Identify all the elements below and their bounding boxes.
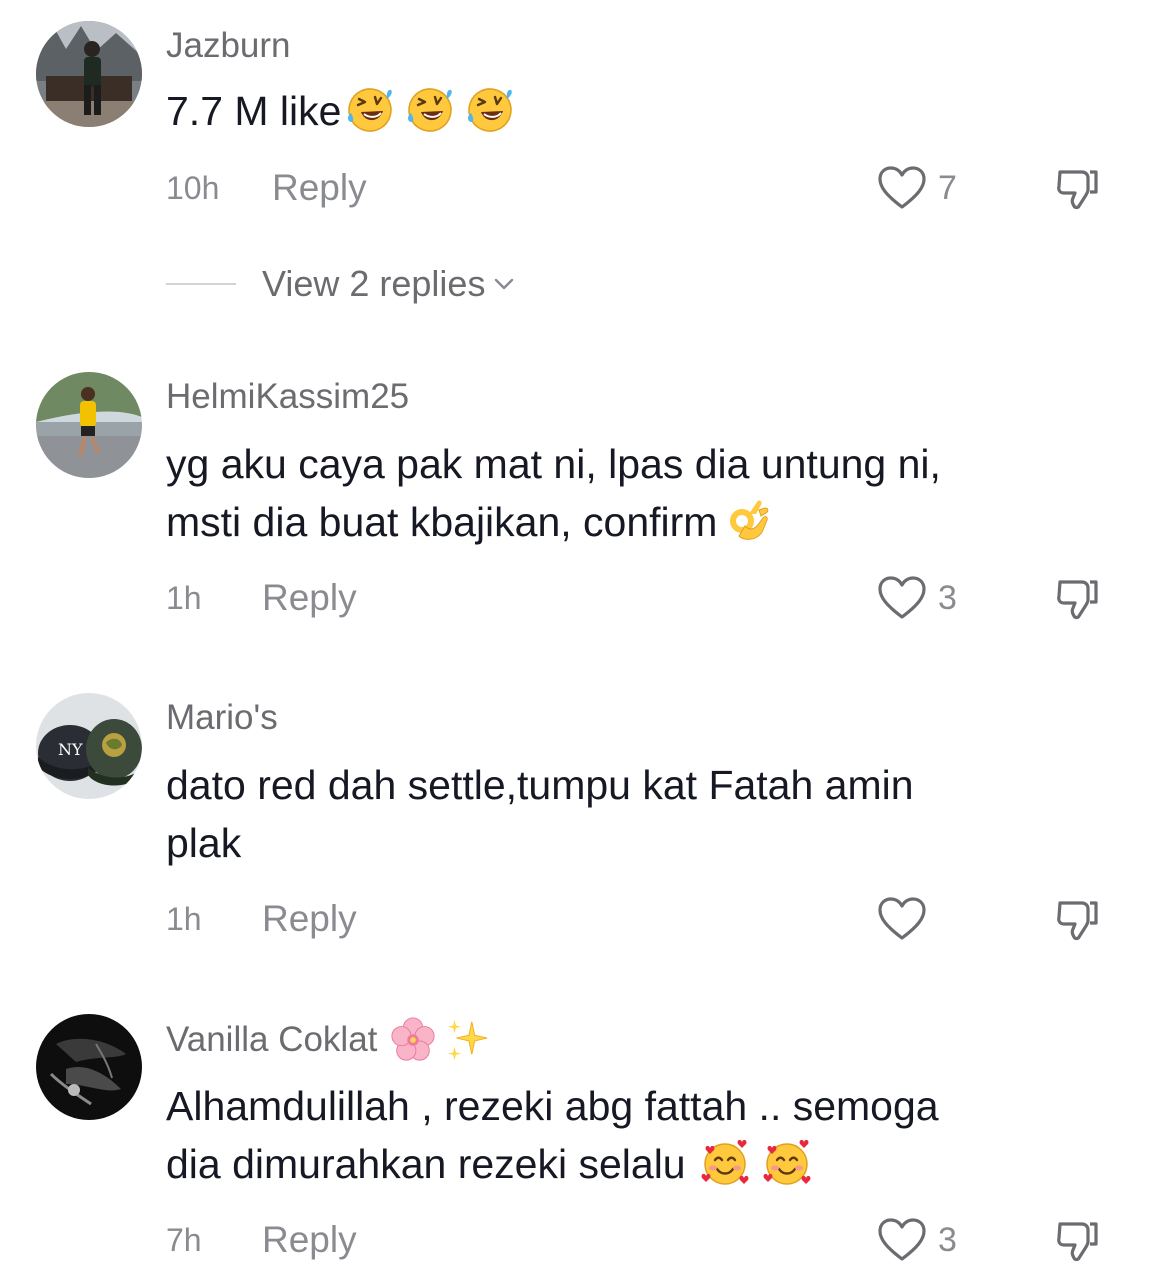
smiling-face-with-hearts-icon <box>762 1138 812 1188</box>
comment-item: Jazburn 7.7 M like 10h Reply 7 View 2 re… <box>0 0 1150 340</box>
heart-icon <box>876 574 928 622</box>
comment-text-line: msti dia buat kbajikan, confirm <box>166 499 718 545</box>
rolling-on-floor-laughing-icon <box>345 85 395 135</box>
svg-text:NY: NY <box>58 740 83 759</box>
heart-icon <box>876 1216 928 1264</box>
timestamp: 10h <box>166 169 220 206</box>
like-count: 3 <box>938 1220 957 1259</box>
comment-text: 7.7 M like <box>166 82 1066 140</box>
rolling-on-floor-laughing-icon <box>405 85 455 135</box>
like-button[interactable]: 3 <box>876 1216 957 1264</box>
avatar[interactable] <box>36 21 142 127</box>
dislike-icon[interactable] <box>1052 162 1104 214</box>
smiling-face-with-hearts-icon <box>700 1138 750 1188</box>
comment-text-line-with-emoji: dia dimurahkan rezeki selalu <box>166 1135 1066 1193</box>
username[interactable]: HelmiKassim25 <box>166 377 409 417</box>
reply-button[interactable]: Reply <box>262 577 357 619</box>
like-count: 3 <box>938 578 957 617</box>
comment-text: dato red dah settle,tumpu kat Fatah amin… <box>166 756 1066 872</box>
reply-button[interactable]: Reply <box>262 898 357 940</box>
reply-button[interactable]: Reply <box>262 1219 357 1261</box>
view-replies-button[interactable]: View 2 replies <box>166 262 517 306</box>
avatar[interactable]: NY <box>36 693 142 799</box>
username-text: Vanilla Coklat <box>166 1020 378 1059</box>
dislike-icon[interactable] <box>1052 893 1104 945</box>
comment-text-line: dato red dah settle,tumpu kat Fatah amin <box>166 762 914 808</box>
comment-text-line-with-emoji: msti dia buat kbajikan, confirm <box>166 493 1066 551</box>
heart-icon <box>876 164 928 212</box>
view-replies-label: View 2 replies <box>262 263 486 304</box>
username[interactable]: Mario's <box>166 698 278 738</box>
like-button[interactable]: 7 <box>876 164 957 212</box>
like-count: 7 <box>938 168 957 207</box>
rolling-on-floor-laughing-icon <box>465 85 515 135</box>
comment-text: Alhamdulillah , rezeki abg fattah .. sem… <box>166 1077 1066 1193</box>
chevron-down-icon <box>495 278 514 290</box>
comment-meta: 10h Reply <box>166 164 367 212</box>
reply-button[interactable]: Reply <box>272 167 367 209</box>
avatar[interactable] <box>36 372 142 478</box>
comment-text-line: yg aku caya pak mat ni, lpas dia untung … <box>166 441 941 487</box>
dislike-icon[interactable] <box>1052 572 1104 624</box>
comment-text-line: Alhamdulillah , rezeki abg fattah .. sem… <box>166 1083 939 1129</box>
comment-text-line: plak <box>166 820 242 866</box>
timestamp: 7h <box>166 1221 202 1258</box>
like-button[interactable]: 3 <box>876 574 957 622</box>
timestamp: 1h <box>166 900 202 937</box>
ok-hand-icon <box>723 496 773 546</box>
comment-meta: 7h Reply <box>166 1216 357 1264</box>
username[interactable]: Jazburn <box>166 26 291 66</box>
comment-meta: 1h Reply <box>166 895 357 943</box>
like-button[interactable] <box>876 895 938 943</box>
avatar[interactable] <box>36 1014 142 1120</box>
sparkles-icon <box>443 1016 491 1064</box>
username[interactable]: Vanilla Coklat <box>166 1016 491 1064</box>
timestamp: 1h <box>166 579 202 616</box>
cherry-blossom-icon <box>389 1016 437 1064</box>
divider <box>166 283 236 285</box>
dislike-icon[interactable] <box>1052 1214 1104 1266</box>
comment-text: yg aku caya pak mat ni, lpas dia untung … <box>166 435 1066 551</box>
comment-text-line: dia dimurahkan rezeki selalu <box>166 1141 686 1187</box>
comment-meta: 1h Reply <box>166 574 357 622</box>
comment-text-content: 7.7 M like <box>166 88 342 134</box>
heart-icon <box>876 895 928 943</box>
